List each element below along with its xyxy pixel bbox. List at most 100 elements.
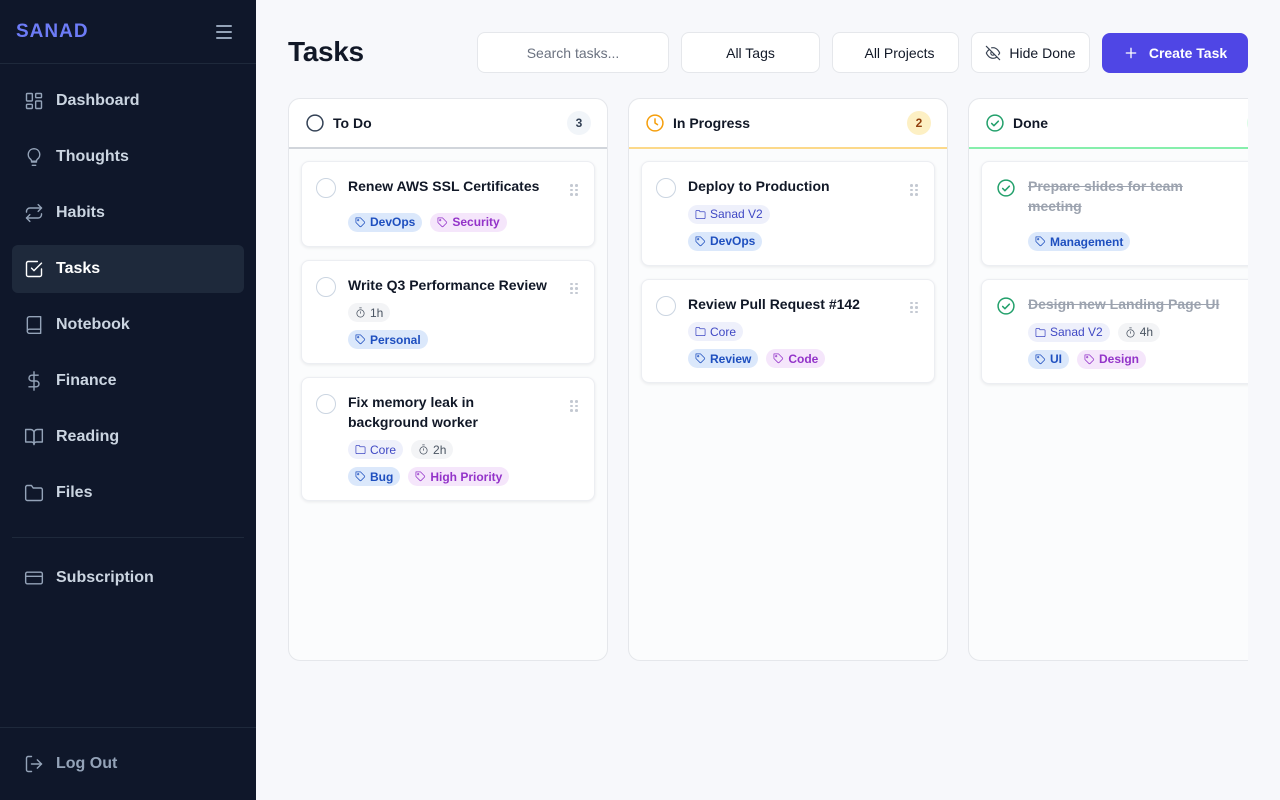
tag-icon bbox=[355, 334, 366, 345]
tag-chip[interactable]: Management bbox=[1028, 232, 1131, 251]
brand-logo[interactable]: SANAD bbox=[16, 21, 89, 43]
create-task-button[interactable]: Create Task bbox=[1102, 33, 1248, 73]
task-card[interactable]: Review Pull Request #142 Core Review Cod… bbox=[641, 278, 935, 383]
sidebar-item-label: Subscription bbox=[56, 569, 154, 586]
tag-chip[interactable]: High Priority bbox=[408, 467, 510, 486]
credit-card-icon bbox=[24, 568, 44, 588]
task-card[interactable]: Fix memory leak in background worker Cor… bbox=[301, 377, 595, 501]
check-circle-icon bbox=[997, 179, 1015, 197]
project-chip[interactable]: Core bbox=[348, 440, 404, 459]
lightbulb-icon bbox=[24, 147, 44, 167]
drag-handle-icon[interactable] bbox=[910, 301, 918, 314]
projects-filter-select[interactable]: All Projects bbox=[832, 32, 959, 73]
task-card[interactable]: Deploy to Production Sanad V2 DevOps bbox=[641, 161, 935, 266]
tag-chip[interactable]: UI bbox=[1028, 349, 1069, 369]
logout-button[interactable]: Log Out bbox=[12, 740, 244, 788]
plus-icon bbox=[1125, 47, 1137, 59]
tag-chip[interactable]: Design bbox=[1077, 349, 1147, 369]
tag-chip[interactable]: Security bbox=[430, 212, 507, 232]
grid-icon bbox=[24, 91, 44, 111]
sidebar-item-finance[interactable]: Finance bbox=[12, 357, 244, 405]
projects-filter-label: All Projects bbox=[864, 44, 935, 61]
tags-filter-select[interactable]: All Tags bbox=[681, 32, 820, 73]
drag-handle-icon[interactable] bbox=[570, 400, 578, 412]
check-circle-icon bbox=[985, 113, 1005, 133]
task-card[interactable]: Design new Landing Page UI Sanad V2 4h U… bbox=[981, 279, 1248, 384]
hide-done-button[interactable]: Hide Done bbox=[971, 32, 1090, 73]
tag-label: UI bbox=[1050, 352, 1062, 366]
task-checkbox[interactable] bbox=[316, 276, 336, 297]
timer-icon bbox=[356, 307, 365, 318]
task-checkbox[interactable] bbox=[656, 295, 676, 316]
project-label: Core bbox=[370, 442, 397, 457]
tag-icon bbox=[695, 353, 706, 364]
task-title: Review Pull Request #142 bbox=[688, 295, 860, 312]
task-card[interactable]: Write Q3 Performance Review 1h Personal bbox=[301, 259, 595, 364]
tag-chip[interactable]: DevOps bbox=[688, 231, 763, 251]
column-header: In Progress 2 bbox=[629, 99, 947, 149]
tag-label: Code bbox=[788, 351, 819, 366]
search-input[interactable] bbox=[477, 32, 669, 73]
tag-label: Management bbox=[1050, 234, 1124, 249]
folder-icon bbox=[355, 445, 366, 454]
sidebar-item-label: Habits bbox=[56, 204, 105, 221]
folder-icon bbox=[24, 483, 44, 503]
folder-icon bbox=[695, 209, 706, 219]
drag-handle-icon[interactable] bbox=[570, 282, 578, 295]
tag-chip[interactable]: DevOps bbox=[348, 212, 423, 232]
sidebar-item-reading[interactable]: Reading bbox=[12, 413, 244, 461]
tag-label: Design bbox=[1099, 352, 1140, 366]
sidebar-item-label: Reading bbox=[56, 428, 120, 445]
task-checkbox-checked[interactable] bbox=[996, 296, 1016, 316]
sidebar-item-label: Tasks bbox=[56, 260, 101, 277]
time-estimate-chip: 1h bbox=[348, 303, 391, 322]
tag-chip[interactable]: Code bbox=[766, 349, 826, 368]
project-chip[interactable]: Core bbox=[688, 322, 744, 341]
logout-icon bbox=[24, 754, 44, 774]
sidebar-item-tasks[interactable]: Tasks bbox=[12, 245, 244, 293]
sidebar-item-label: Dashboard bbox=[56, 92, 140, 109]
create-task-label: Create Task bbox=[1148, 45, 1228, 61]
tag-icon bbox=[355, 471, 366, 482]
logout-label: Log Out bbox=[56, 755, 118, 772]
circle-icon bbox=[305, 113, 325, 133]
book-open-icon bbox=[24, 427, 44, 447]
project-chip[interactable]: Sanad V2 bbox=[688, 204, 770, 224]
toolbar: All Tags All Projects Hide Done Create T… bbox=[477, 32, 1248, 73]
column-title: In Progress bbox=[673, 115, 751, 131]
sidebar-item-notebook[interactable]: Notebook bbox=[12, 301, 244, 349]
tag-label: Personal bbox=[370, 332, 421, 347]
task-checkbox[interactable] bbox=[656, 178, 676, 198]
sidebar: SANAD Dashboard Thoughts Habits Tasks No… bbox=[0, 0, 256, 800]
project-label: Sanad V2 bbox=[710, 207, 763, 221]
timer-icon bbox=[419, 444, 428, 455]
task-checkbox[interactable] bbox=[316, 394, 336, 414]
tag-chip[interactable]: Personal bbox=[348, 330, 428, 349]
sidebar-item-subscription[interactable]: Subscription bbox=[12, 554, 244, 602]
tag-label: DevOps bbox=[710, 234, 756, 248]
drag-handle-icon[interactable] bbox=[570, 184, 578, 196]
tag-icon bbox=[1084, 354, 1095, 364]
sidebar-item-habits[interactable]: Habits bbox=[12, 189, 244, 237]
sidebar-item-dashboard[interactable]: Dashboard bbox=[12, 77, 244, 125]
kanban-board: To Do 3 Renew AWS SSL Certificates DevOp… bbox=[288, 98, 1248, 662]
sidebar-footer: Log Out bbox=[0, 727, 256, 800]
tag-chip[interactable]: Bug bbox=[348, 467, 401, 486]
folder-icon bbox=[1035, 327, 1046, 337]
task-card[interactable]: Renew AWS SSL Certificates DevOps Securi… bbox=[301, 161, 595, 247]
column-todo: To Do 3 Renew AWS SSL Certificates DevOp… bbox=[288, 98, 608, 661]
tag-chip[interactable]: Review bbox=[688, 349, 759, 368]
time-estimate-chip: 4h bbox=[1117, 322, 1161, 342]
sidebar-item-thoughts[interactable]: Thoughts bbox=[12, 133, 244, 181]
tag-icon bbox=[695, 236, 706, 246]
tags-filter-label: All Tags bbox=[726, 44, 775, 61]
sidebar-item-label: Files bbox=[56, 484, 93, 501]
task-checkbox[interactable] bbox=[316, 178, 336, 198]
check-circle-icon bbox=[997, 297, 1015, 315]
task-card[interactable]: Prepare slides for team meeting Manageme… bbox=[981, 161, 1248, 266]
task-checkbox-checked[interactable] bbox=[996, 178, 1016, 198]
drag-handle-icon[interactable] bbox=[910, 184, 918, 196]
sidebar-item-files[interactable]: Files bbox=[12, 469, 244, 517]
menu-icon[interactable] bbox=[216, 24, 232, 39]
project-chip[interactable]: Sanad V2 bbox=[1028, 322, 1110, 342]
